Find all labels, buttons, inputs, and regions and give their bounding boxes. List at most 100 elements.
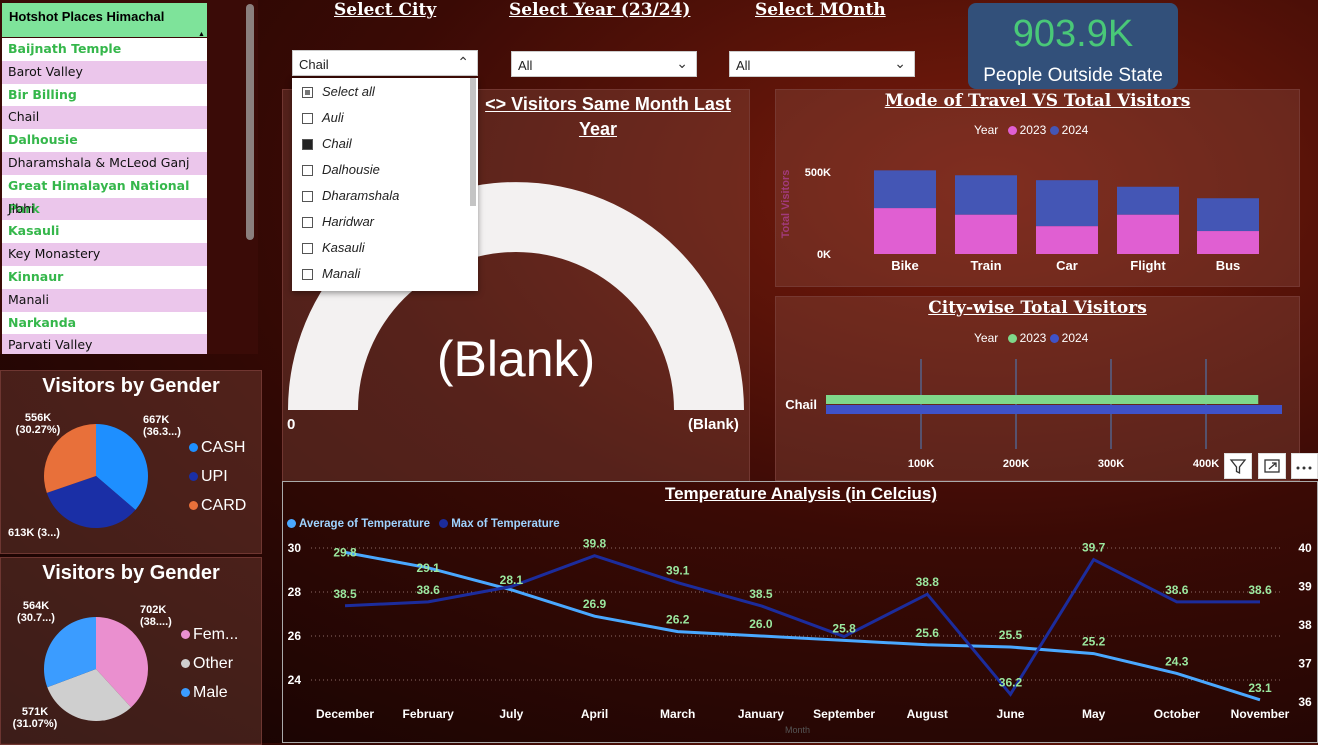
x-tick-label: Train	[970, 258, 1001, 273]
gauge-title-line2: Year	[578, 119, 618, 139]
checkbox-icon[interactable]	[302, 87, 313, 99]
places-list: Baijnath Temple Barot Valley Bir Billing Ch…	[2, 38, 207, 354]
y-left-tick: 26	[288, 629, 302, 643]
place-item[interactable]: Chail	[2, 106, 207, 130]
place-item[interactable]: Baijnath Temple	[2, 38, 207, 61]
city-dropdown-value: Chail	[299, 57, 329, 72]
bar-2024[interactable]	[874, 170, 936, 209]
sort-caret-icon[interactable]: ▲	[198, 31, 205, 38]
bar-2024[interactable]	[1036, 180, 1098, 227]
place-item[interactable]: Bir Billing	[2, 83, 207, 107]
x-tick-label: 100K	[908, 458, 934, 470]
place-item[interactable]: Dharamshala & McLeod Ganj	[2, 151, 207, 175]
place-item[interactable]: Manali	[2, 288, 207, 312]
max-temp-label: 38.5	[749, 587, 773, 601]
checkbox-icon[interactable]	[302, 165, 313, 177]
travel-chart-panel: Mode of Travel VS Total Visitors Year 20…	[775, 89, 1300, 287]
x-tick-label: April	[581, 707, 608, 721]
year-dropdown[interactable]: All ⌄	[511, 51, 697, 77]
city-option[interactable]: Kasauli	[302, 240, 365, 255]
max-temp-label: 38.8	[916, 575, 940, 589]
chevron-up-icon: ⌃	[457, 54, 469, 70]
more-options-icon[interactable]	[1291, 453, 1318, 479]
city-option[interactable]: Dalhousie	[302, 162, 380, 177]
bar-2024[interactable]	[955, 175, 1017, 215]
max-temp-label: 38.6	[1165, 583, 1189, 597]
x-tick-label: 400K	[1193, 458, 1219, 470]
places-scrollbar[interactable]	[246, 4, 254, 240]
city-option-label: Auli	[322, 110, 344, 125]
checkbox-icon[interactable]	[302, 113, 313, 125]
bar-2023[interactable]	[826, 395, 1259, 404]
month-dropdown[interactable]: All ⌄	[729, 51, 915, 77]
avg-temp-label: 28.1	[500, 573, 524, 587]
max-temp-label: 38.6	[1248, 583, 1272, 597]
legend-dot-icon	[181, 688, 190, 698]
avg-temp-label: 25.2	[1082, 635, 1106, 649]
bar-2024[interactable]	[1197, 198, 1259, 232]
checkbox-icon[interactable]	[302, 217, 313, 229]
place-item[interactable]: Kasauli	[2, 220, 207, 244]
checkbox-icon[interactable]	[302, 139, 313, 151]
pie2-label-3-value: 571K	[21, 706, 49, 718]
avg-temp-label: 23.1	[1248, 681, 1272, 695]
chevron-down-icon: ⌄	[894, 55, 906, 71]
pie2-label-3-pct: (31.07%)	[12, 718, 58, 730]
legend-label: CARD	[201, 497, 247, 514]
checkbox-icon[interactable]	[302, 191, 313, 203]
max-temp-label: 38.6	[417, 583, 441, 597]
places-header[interactable]: Hotshot Places Himachal ▲	[2, 3, 207, 38]
city-option[interactable]: Dharamshala	[302, 188, 399, 203]
legend-dot-icon	[181, 659, 190, 669]
city-option-label: Dharamshala	[322, 188, 400, 203]
gauge-max-label: (Blank)	[688, 416, 739, 433]
place-item[interactable]: Kinnaur	[2, 265, 207, 289]
pie2-legend: Fem... Other Male	[181, 626, 238, 713]
city-option[interactable]: Manali	[302, 266, 360, 281]
checkbox-icon[interactable]	[302, 243, 313, 255]
gauge-min-label: 0	[287, 416, 296, 433]
bar-2023[interactable]	[874, 208, 936, 254]
bar-2024[interactable]	[826, 405, 1282, 414]
bar-2023[interactable]	[1036, 226, 1098, 254]
kpi-label: People Outside State	[983, 65, 1163, 86]
y-left-tick: 24	[288, 673, 302, 687]
x-tick-label: January	[738, 707, 784, 721]
x-tick-label: May	[1082, 707, 1106, 721]
place-item[interactable]: Narkanda	[2, 311, 207, 335]
avg-temp-label: 26.9	[583, 597, 607, 611]
avg-temp-label: 26.2	[666, 613, 690, 627]
avg-temp-label: 29.8	[333, 545, 357, 559]
place-item[interactable]: Jibhi	[2, 197, 207, 221]
legend-dot-icon	[189, 443, 198, 453]
place-item[interactable]: Barot Valley	[2, 60, 207, 84]
city-option[interactable]: Haridwar	[302, 214, 374, 229]
max-temp-label: 39.8	[583, 537, 607, 551]
city-dropdown[interactable]: Chail ⌃	[292, 50, 478, 76]
city-option[interactable]: Select all	[302, 84, 375, 99]
place-item[interactable]: Parvati Valley	[2, 334, 207, 354]
city-option[interactable]: Auli	[302, 110, 344, 125]
bar-2023[interactable]	[1197, 231, 1259, 254]
gender-pie-panel-1: Visitors by Gender 556K (30.27%) 667K (3…	[0, 370, 262, 554]
place-item[interactable]: Great Himalayan National Park	[2, 174, 207, 216]
legend-dot-icon	[181, 630, 190, 640]
y-left-tick: 28	[288, 585, 302, 599]
pie1-label-1-pct: (30.27%)	[15, 424, 61, 436]
city-option[interactable]: Chail	[302, 136, 352, 151]
checkbox-icon[interactable]	[302, 269, 313, 281]
focus-mode-icon[interactable]	[1258, 453, 1286, 479]
max-temp-label: 36.2	[999, 675, 1023, 689]
popup-scrollbar[interactable]	[470, 78, 476, 206]
place-item[interactable]: Dalhousie	[2, 129, 207, 152]
pie2-label-1: 564K (30.7...)	[3, 600, 69, 624]
max-temp-line[interactable]	[344, 554, 1260, 697]
avg-temp-label: 29.1	[417, 561, 441, 575]
place-item[interactable]: Key Monastery	[2, 243, 207, 266]
filter-icon[interactable]	[1224, 453, 1252, 479]
bar-2023[interactable]	[955, 214, 1017, 254]
x-tick-label: July	[499, 707, 523, 721]
bar-2023[interactable]	[1117, 214, 1179, 254]
bar-2024[interactable]	[1117, 186, 1179, 215]
x-tick-label: 300K	[1098, 458, 1124, 470]
